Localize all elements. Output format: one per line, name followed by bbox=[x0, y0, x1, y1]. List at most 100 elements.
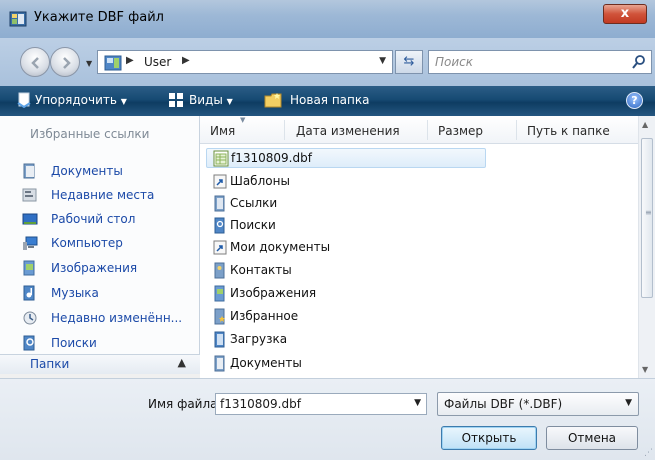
back-button[interactable] bbox=[20, 47, 50, 77]
filename-combobox[interactable]: f1310809.dbf ▼ bbox=[215, 393, 427, 415]
nav-link-label: Поиски bbox=[51, 336, 97, 350]
refresh-button[interactable]: ⇆ bbox=[395, 50, 423, 74]
file-name: Мои документы bbox=[230, 240, 331, 254]
folder-icon bbox=[212, 195, 228, 212]
column-divider[interactable] bbox=[427, 120, 428, 140]
scroll-down-icon[interactable]: ▼ bbox=[642, 365, 648, 374]
nav-link-computer[interactable]: Компьютер bbox=[0, 233, 198, 255]
computer-icon bbox=[22, 235, 38, 251]
file-name: Изображения bbox=[230, 286, 317, 300]
scrollbar-thumb[interactable]: ≡ bbox=[641, 138, 653, 298]
file-row[interactable]: Ссылки bbox=[206, 194, 636, 214]
address-dropdown-icon[interactable]: ▼ bbox=[379, 56, 386, 66]
scroll-up-icon[interactable]: ▲ bbox=[642, 120, 648, 129]
file-row[interactable]: Документы bbox=[206, 354, 636, 374]
app-icon bbox=[9, 10, 27, 28]
nav-link-label: Рабочий стол bbox=[51, 212, 136, 226]
searches-icon bbox=[22, 335, 38, 351]
new-folder-button[interactable]: Новая папка bbox=[290, 93, 369, 107]
filetype-select[interactable]: Файлы DBF (*.DBF) ▼ bbox=[437, 392, 639, 416]
file-row[interactable]: Изображения bbox=[206, 284, 636, 304]
folder-icon bbox=[212, 331, 228, 348]
column-size[interactable]: Размер bbox=[438, 124, 483, 138]
documents-icon bbox=[22, 163, 38, 179]
breadcrumb-separator-icon[interactable]: ▶ bbox=[126, 55, 134, 66]
filename-label: Имя файла: bbox=[148, 397, 222, 411]
column-divider[interactable] bbox=[284, 120, 285, 140]
window-title: Укажите DBF файл bbox=[34, 10, 164, 25]
favorite-links-header: Избранные ссылки bbox=[30, 127, 150, 141]
column-name[interactable]: Имя bbox=[210, 124, 235, 138]
navigation-pane: Избранные ссылки Документы Недавние мест… bbox=[0, 116, 200, 374]
shortcut-icon bbox=[212, 239, 228, 256]
searches-folder-icon bbox=[212, 217, 228, 234]
nav-link-searches[interactable]: Поиски bbox=[0, 333, 198, 355]
file-row[interactable]: Мои документы bbox=[206, 238, 636, 258]
vertical-scrollbar[interactable]: ▲ ≡ ▼ bbox=[638, 116, 655, 378]
column-date-modified[interactable]: Дата изменения bbox=[296, 124, 400, 138]
grip-icon: ≡ bbox=[645, 208, 652, 217]
nav-link-documents[interactable]: Документы bbox=[0, 161, 198, 183]
nav-link-music[interactable]: Музыка bbox=[0, 283, 198, 305]
views-label: Виды bbox=[189, 93, 223, 107]
favorites-folder-icon bbox=[212, 308, 228, 325]
open-button[interactable]: Открыть bbox=[441, 426, 537, 450]
nav-link-label: Изображения bbox=[51, 261, 138, 275]
organize-button[interactable]: Упорядочить ▼ bbox=[35, 93, 127, 107]
title-bar[interactable]: Укажите DBF файл x bbox=[0, 0, 655, 38]
file-row[interactable]: Шаблоны bbox=[206, 172, 636, 192]
nav-link-desktop[interactable]: Рабочий стол bbox=[0, 209, 198, 231]
breadcrumb-user[interactable]: User bbox=[144, 55, 171, 69]
column-divider[interactable] bbox=[516, 120, 517, 140]
forward-arrow-icon bbox=[63, 57, 71, 69]
file-list: ▼ Имя Дата изменения Размер Путь к папке… bbox=[200, 116, 655, 378]
search-input[interactable]: Поиск bbox=[428, 50, 652, 74]
file-name: Поиски bbox=[230, 218, 276, 232]
filename-value: f1310809.dbf bbox=[220, 397, 301, 411]
nav-link-recent-places[interactable]: Недавние места bbox=[0, 185, 198, 207]
desktop-icon bbox=[22, 211, 38, 227]
file-name: Документы bbox=[230, 356, 302, 370]
nav-link-recently-changed[interactable]: Недавно изменённ... bbox=[0, 308, 198, 330]
nav-link-label: Недавно изменённ... bbox=[51, 311, 183, 325]
command-toolbar: Упорядочить ▼ Виды ▼ Новая папка ? bbox=[0, 86, 655, 116]
file-row[interactable]: Поиски bbox=[206, 216, 636, 236]
file-row[interactable]: Избранное bbox=[206, 307, 636, 327]
help-button[interactable]: ? bbox=[626, 92, 643, 109]
cancel-button[interactable]: Отмена bbox=[546, 426, 638, 450]
search-placeholder: Поиск bbox=[435, 55, 474, 69]
file-row[interactable]: Загрузка bbox=[206, 330, 636, 350]
column-folder-path[interactable]: Путь к папке bbox=[527, 124, 610, 138]
file-name: Избранное bbox=[230, 309, 299, 323]
address-path-box[interactable]: ▶ User ▶ ▼ bbox=[97, 50, 393, 74]
close-button[interactable]: x bbox=[603, 4, 647, 24]
resize-grip-icon[interactable]: ⋰ bbox=[644, 448, 653, 458]
organize-label: Упорядочить bbox=[35, 93, 117, 107]
folders-toggle[interactable]: Папки ▲ bbox=[0, 354, 200, 374]
dialog-footer: Имя файла: f1310809.dbf ▼ Файлы DBF (*.D… bbox=[0, 378, 655, 460]
chevron-up-icon: ▲ bbox=[177, 356, 186, 369]
recent-pages-dropdown-icon[interactable]: ▼ bbox=[86, 59, 96, 69]
forward-button[interactable] bbox=[50, 47, 80, 77]
nav-link-label: Музыка bbox=[51, 286, 99, 300]
search-icon[interactable] bbox=[631, 54, 647, 73]
nav-link-pictures[interactable]: Изображения bbox=[0, 258, 198, 280]
file-name: Загрузка bbox=[230, 332, 288, 346]
sort-indicator-icon: ▼ bbox=[240, 116, 246, 124]
recently-changed-icon bbox=[22, 310, 38, 326]
file-row-selected[interactable]: f1310809.dbf bbox=[206, 148, 486, 168]
views-icon bbox=[168, 92, 184, 111]
pictures-folder-icon bbox=[212, 285, 228, 302]
breadcrumb-separator-icon[interactable]: ▶ bbox=[182, 55, 190, 66]
chevron-down-icon: ▼ bbox=[120, 97, 127, 106]
views-button[interactable]: Виды ▼ bbox=[189, 93, 233, 107]
folders-label: Папки bbox=[30, 357, 70, 371]
chevron-down-icon[interactable]: ▼ bbox=[414, 398, 421, 408]
file-row[interactable]: Контакты bbox=[206, 261, 636, 281]
recent-places-icon bbox=[22, 187, 38, 203]
column-header-row: ▼ Имя Дата изменения Размер Путь к папке bbox=[200, 116, 638, 144]
file-name: f1310809.dbf bbox=[231, 151, 312, 165]
pictures-icon bbox=[22, 260, 38, 276]
refresh-icon: ⇆ bbox=[403, 54, 415, 69]
filetype-value: Файлы DBF (*.DBF) bbox=[444, 397, 563, 411]
